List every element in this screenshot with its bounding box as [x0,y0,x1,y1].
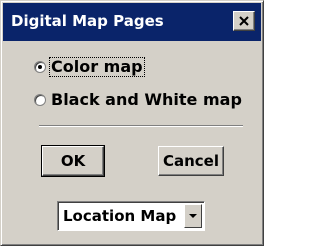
close-icon [239,16,249,26]
radio-color-map-label[interactable]: Color map [49,57,145,77]
radio-button-checked[interactable] [34,61,46,73]
cancel-button[interactable]: Cancel [158,146,224,176]
window-title: Digital Map Pages [11,12,164,30]
map-type-select[interactable]: Location Map [57,201,205,231]
map-type-select-value: Location Map [63,207,177,225]
ok-button[interactable]: OK [41,145,105,177]
radio-button-unchecked[interactable] [34,94,46,106]
close-button[interactable] [233,11,255,31]
chevron-down-icon [189,214,197,218]
radio-color-map[interactable]: Color map [34,54,145,80]
radio-black-and-white-map[interactable]: Black and White map [34,87,244,113]
title-bar[interactable]: Digital Map Pages [3,3,261,41]
dialog-window: Digital Map Pages Color map Black and Wh… [0,0,264,246]
separator [39,125,243,127]
dropdown-button[interactable] [184,204,202,228]
radio-black-and-white-map-label[interactable]: Black and White map [49,90,244,110]
